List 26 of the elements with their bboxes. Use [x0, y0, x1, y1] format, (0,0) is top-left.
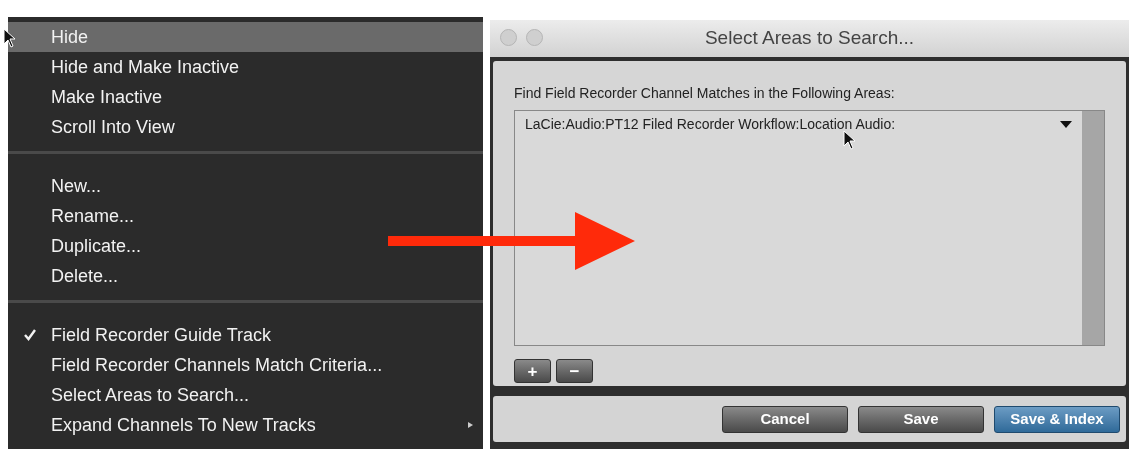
pointer-icon [3, 28, 17, 48]
dialog-button[interactable]: Save & Index [994, 405, 1120, 433]
menu-item[interactable]: Select Areas to Search... [8, 380, 483, 410]
menu-item[interactable]: Hide and Make Inactive [8, 52, 483, 82]
scrollbar[interactable] [1082, 111, 1104, 345]
menu-item[interactable]: Delete... [8, 261, 483, 291]
dropdown-caret-icon[interactable] [1060, 120, 1072, 128]
menu-item[interactable]: New... [8, 171, 483, 201]
list-edit-button[interactable]: + [514, 359, 551, 383]
menu-item[interactable]: Field Recorder Channels Match Criteria... [8, 350, 483, 380]
list-edit-button[interactable]: − [556, 359, 593, 383]
menu-item[interactable]: Duplicate... [8, 231, 483, 261]
dialog-button[interactable]: Save [858, 405, 984, 433]
menu-item[interactable]: Scroll Into View [8, 112, 483, 142]
menu-item[interactable]: Expand Channels To New Tracks [8, 410, 483, 440]
window-title: Select Areas to Search... [704, 26, 915, 51]
window-button-icon[interactable] [526, 29, 543, 46]
menu-item[interactable]: Rename... [8, 201, 483, 231]
dialog-button[interactable]: Cancel [722, 405, 848, 433]
area-row[interactable]: LaCie:Audio:PT12 Filed Recorder Workflow:Location Audio: [515, 111, 1082, 137]
menu-item[interactable]: Field Recorder Guide Track [8, 320, 483, 350]
window-button-icon[interactable] [500, 29, 517, 46]
pointer-icon [843, 130, 857, 150]
menu-item[interactable]: Make Inactive [8, 82, 483, 112]
menu-item[interactable]: Hide [8, 22, 483, 52]
prompt-text: Find Field Recorder Channel Matches in the Following Areas: [514, 84, 896, 103]
